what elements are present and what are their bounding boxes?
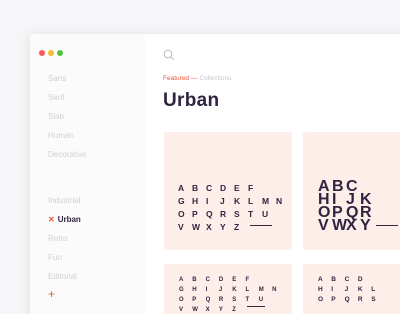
underscore-glyph: [250, 225, 272, 227]
glyph: R: [357, 296, 363, 303]
window-controls: [39, 43, 66, 61]
glyph: X: [346, 217, 357, 234]
glyph-row: HIJKL: [318, 282, 400, 293]
glyph: Z: [234, 222, 240, 232]
glyph: X: [205, 307, 210, 313]
font-card[interactable]: ABCDEFGHIJKLMNOPQRSTU VWXYZ: [164, 132, 292, 250]
glyph-row: OP QR S: [318, 292, 400, 303]
maximize-window-button[interactable]: [57, 50, 63, 56]
glyph-row: HIJK: [318, 192, 400, 208]
font-card[interactable]: A B C H I J K OP QR V WX Y: [303, 132, 400, 250]
search-icon[interactable]: [163, 48, 175, 61]
sidebar-item-decorative[interactable]: Decorative: [48, 149, 86, 168]
sidebar-item-fun[interactable]: Fun: [48, 252, 81, 271]
app-window: Sans Serif Slab Human Decorative Industr…: [30, 34, 400, 314]
glyph: O: [318, 296, 324, 303]
glyph-row: V WX Y: [318, 217, 400, 234]
sidebar-item-label: Urban: [57, 215, 81, 224]
breadcrumb-featured[interactable]: Featured: [163, 75, 189, 82]
close-window-button[interactable]: [39, 50, 45, 56]
glyph: S: [371, 296, 376, 303]
glyph-row: GHIJKLMN: [178, 193, 292, 206]
sidebar: Sans Serif Slab Human Decorative Industr…: [30, 34, 145, 314]
glyph-row: GHIJKLMN: [179, 282, 292, 293]
glyph: Q: [344, 296, 350, 303]
glyph: W: [332, 217, 348, 234]
sidebar-item-industrial[interactable]: Industrial: [48, 195, 81, 214]
glyph: N: [272, 287, 277, 293]
glyph: V: [179, 307, 184, 313]
glyph: W: [192, 222, 201, 232]
minimize-window-button[interactable]: [48, 50, 54, 56]
font-card[interactable]: ABCDEFGHIJKLMNOPQRSTUVWXYZ: [164, 264, 292, 314]
glyph: V: [318, 217, 329, 234]
glyph-row: OP QR: [318, 205, 400, 221]
sidebar-item-retro[interactable]: Retro: [48, 233, 81, 252]
glyph: V: [178, 222, 185, 232]
sidebar-item-serif[interactable]: Serif: [48, 92, 86, 111]
breadcrumb-separator: —: [191, 75, 198, 82]
sidebar-item-sans[interactable]: Sans: [48, 73, 86, 92]
glyph: N: [276, 196, 283, 206]
main-content: Featured — Collections Urban ABCDEFGHIJKLM…: [145, 34, 400, 314]
sidebar-item-urban[interactable]: ✕ Urban: [48, 214, 81, 233]
sidebar-item-slab[interactable]: Slab: [48, 111, 86, 130]
collection-list: Industrial ✕ Urban Retro Fun Editorial: [48, 195, 81, 290]
glyph: Y: [360, 217, 371, 234]
glyph-row: ABC: [318, 179, 400, 195]
glyph-row: V W X Y Z: [179, 302, 292, 313]
add-collection-button[interactable]: +: [48, 288, 55, 300]
page-title: Urban: [163, 90, 220, 111]
glyph: W: [192, 307, 198, 313]
category-list: Sans Serif Slab Human Decorative: [48, 73, 86, 168]
sidebar-item-human[interactable]: Human: [48, 130, 86, 149]
breadcrumb: Featured — Collections: [163, 75, 231, 82]
close-icon[interactable]: ✕: [48, 215, 55, 224]
glyph: Z: [232, 307, 236, 313]
glyph: Y: [218, 307, 223, 313]
glyph-row: ABCDEF: [178, 180, 292, 193]
glyph-row: OPQRSTU: [178, 206, 292, 219]
glyph-row: ABCD: [318, 272, 400, 283]
underscore-glyph: [247, 306, 266, 308]
glyph-row: ABCDEF: [179, 272, 292, 283]
breadcrumb-collections[interactable]: Collections: [200, 75, 232, 82]
font-card[interactable]: ABCDHIJKL OP QR S: [303, 264, 400, 314]
glyph: X: [206, 222, 213, 232]
glyph: P: [331, 296, 336, 303]
glyph: Y: [220, 222, 227, 232]
underscore-glyph: [376, 225, 398, 227]
